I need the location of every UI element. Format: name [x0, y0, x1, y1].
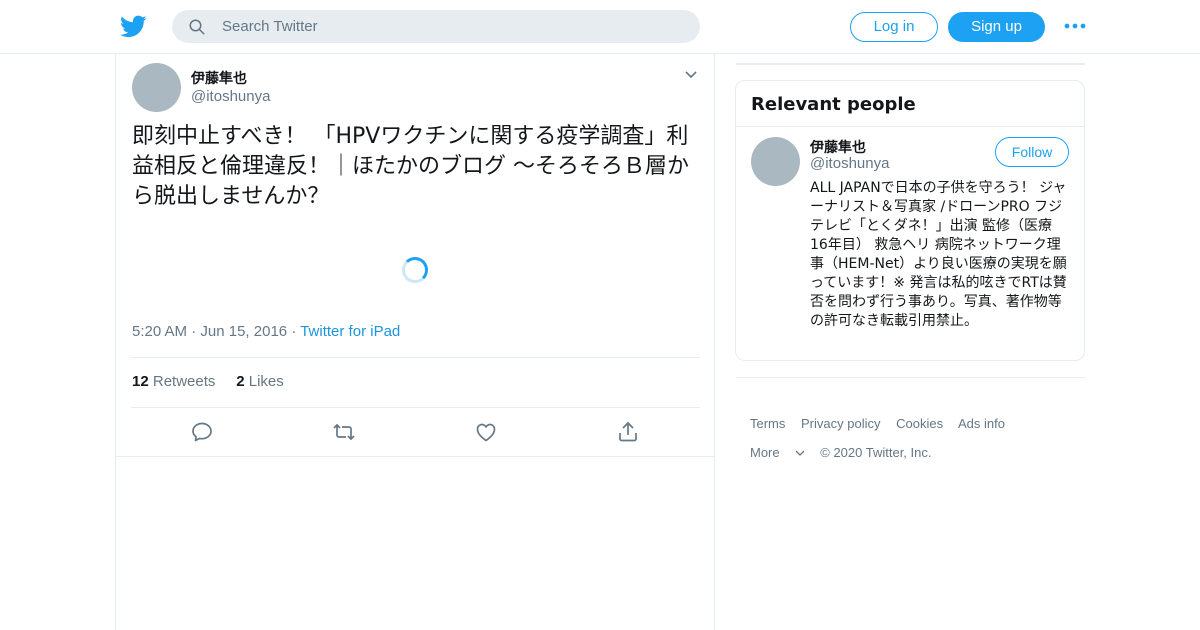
footer: Terms Privacy policy Cookies Ads info Mo… [750, 409, 1080, 467]
footer-link-cookies[interactable]: Cookies [896, 416, 943, 431]
divider [131, 407, 700, 408]
divider [736, 377, 1085, 378]
footer-more-label: More [750, 445, 780, 460]
retweet-label: Retweets [152, 373, 216, 390]
person-handle[interactable]: @itoshunya [810, 155, 889, 172]
copyright: © 2020 Twitter, Inc. [820, 445, 932, 460]
share-icon[interactable] [616, 420, 640, 444]
footer-links-row: Terms Privacy policy Cookies Ads info [750, 409, 1080, 438]
retweet-stat[interactable]: 12 Retweets [132, 373, 215, 390]
divider [736, 63, 1085, 65]
retweet-icon[interactable] [332, 420, 356, 444]
footer-more-button[interactable]: More [750, 445, 805, 460]
chevron-down-icon[interactable] [684, 70, 698, 80]
footer-link-terms[interactable]: Terms [750, 416, 785, 431]
divider [116, 456, 714, 457]
author-name[interactable]: 伊藤隼也 [191, 68, 247, 88]
divider [736, 126, 1084, 127]
avatar[interactable] [751, 137, 800, 186]
tweet-column: 伊藤隼也 @itoshunya 即刻中止すべき！ 「HPVワクチンに関する疫学調… [115, 54, 715, 630]
tweet-text: 即刻中止すべき！ 「HPVワクチンに関する疫学調査」利益相反と倫理違反！｜ほたか… [132, 124, 689, 209]
footer-second-row: More © 2020 Twitter, Inc. [750, 438, 1080, 467]
relevant-people-title: Relevant people [751, 94, 916, 115]
twitter-bird-icon[interactable] [120, 13, 147, 40]
search-input[interactable] [222, 10, 682, 43]
tweet-stats: 12 Retweets 2 Likes [132, 373, 284, 390]
avatar[interactable] [132, 63, 181, 112]
like-stat[interactable]: 2 Likes [236, 373, 284, 390]
person-name[interactable]: 伊藤隼也 [810, 137, 866, 157]
like-count: 2 [236, 373, 245, 390]
tweet-source-link[interactable]: Twitter for iPad [300, 323, 400, 340]
relevant-people-card: Relevant people 伊藤隼也 @itoshunya Follow A… [735, 80, 1085, 361]
tweet-date[interactable]: Jun 15, 2016 [200, 323, 287, 340]
person-bio: ALL JAPANで日本の子供を守ろう！ ジャーナリスト＆写真家 /ドローンPR… [810, 180, 1067, 329]
chevron-down-icon [795, 450, 805, 456]
footer-link-privacy[interactable]: Privacy policy [801, 416, 880, 431]
signup-button[interactable]: Sign up [948, 12, 1045, 42]
author-handle[interactable]: @itoshunya [191, 88, 270, 105]
tweet-actions [116, 418, 714, 458]
separator-dot: · [291, 323, 301, 340]
loading-spinner-icon [402, 257, 428, 283]
like-label: Likes [248, 373, 284, 390]
tweet-timestamp: 5:20 AM · Jun 15, 2016 · Twitter for iPa… [132, 323, 400, 340]
tweet-time[interactable]: 5:20 AM [132, 323, 187, 340]
like-icon[interactable] [474, 420, 498, 444]
separator-dot: · [191, 323, 201, 340]
search-box[interactable] [172, 10, 700, 43]
reply-icon[interactable] [190, 420, 214, 444]
more-dots-icon[interactable] [1064, 19, 1086, 33]
search-icon [189, 19, 205, 35]
follow-button[interactable]: Follow [995, 137, 1069, 167]
footer-link-ads[interactable]: Ads info [958, 416, 1005, 431]
top-bar: Log in Sign up [0, 0, 1200, 54]
retweet-count: 12 [132, 373, 149, 390]
login-button[interactable]: Log in [850, 12, 938, 42]
divider [131, 357, 700, 358]
